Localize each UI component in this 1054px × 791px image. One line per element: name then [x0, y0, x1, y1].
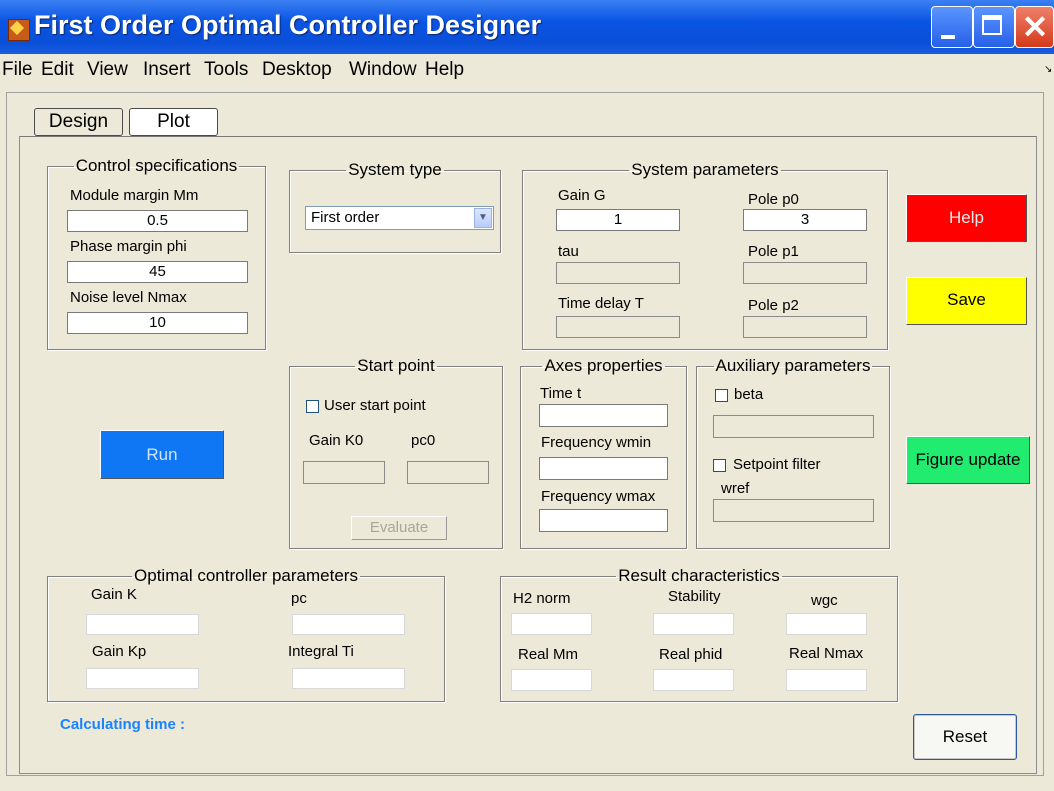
result-characteristics-title: Result characteristics [618, 566, 780, 585]
menu-window[interactable]: Window [349, 59, 417, 81]
gain-kp-output [86, 668, 199, 689]
run-button[interactable]: Run [100, 430, 224, 479]
wref-label: wref [721, 480, 750, 497]
beta-checkbox[interactable] [715, 389, 728, 402]
system-parameters-title: System parameters [631, 160, 779, 179]
tab-design[interactable]: Design [34, 108, 123, 136]
noise-level-field[interactable]: 10 [67, 312, 248, 334]
user-start-point-checkbox[interactable] [306, 400, 319, 413]
pc0-field[interactable] [407, 461, 489, 484]
real-nmax-label: Real Nmax [789, 645, 864, 662]
reset-button[interactable]: Reset [913, 714, 1017, 760]
real-phid-label: Real phid [659, 646, 723, 663]
pole-p0-label: Pole p0 [748, 191, 799, 208]
stability-label: Stability [668, 588, 721, 605]
calculating-time-label: Calculating time : [60, 716, 186, 733]
phase-margin-field[interactable]: 45 [67, 261, 248, 283]
maximize-button[interactable] [973, 6, 1015, 48]
system-type-title: System type [348, 160, 442, 179]
start-point-title: Start point [357, 356, 435, 375]
minimize-button[interactable] [931, 6, 973, 48]
matlab-icon [8, 19, 30, 41]
phase-margin-label: Phase margin phi [70, 238, 187, 255]
wgc-output [786, 613, 867, 635]
wgc-label: wgc [811, 592, 838, 609]
axes-properties-title: Axes properties [544, 356, 663, 375]
menu-help[interactable]: Help [425, 59, 464, 81]
frequency-wmax-field[interactable] [539, 509, 668, 532]
module-margin-field[interactable]: 0.5 [67, 210, 248, 232]
control-specifications-title: Control specifications [75, 156, 238, 175]
integral-ti-label: Integral Ti [288, 643, 354, 660]
menu-edit[interactable]: Edit [41, 59, 74, 81]
real-phid-output [653, 669, 734, 691]
pc-label: pc [291, 590, 307, 607]
time-t-label: Time t [540, 385, 582, 402]
menu-desktop[interactable]: Desktop [262, 59, 332, 81]
pole-p1-field[interactable] [743, 262, 867, 284]
help-button[interactable]: Help [906, 194, 1027, 242]
pole-p2-label: Pole p2 [748, 297, 799, 314]
time-delay-label: Time delay T [558, 295, 644, 312]
save-button[interactable]: Save [906, 277, 1027, 325]
user-start-point-label: User start point [324, 397, 426, 414]
time-t-field[interactable] [539, 404, 668, 427]
auxiliary-parameters-title: Auxiliary parameters [715, 356, 871, 375]
module-margin-label: Module margin Mm [70, 187, 199, 204]
pole-p2-field[interactable] [743, 316, 867, 338]
evaluate-button[interactable]: Evaluate [351, 516, 447, 540]
menu-insert[interactable]: Insert [143, 59, 191, 81]
window-title: First Order Optimal Controller Designer [34, 10, 542, 40]
gain-g-label: Gain G [558, 187, 606, 204]
tau-field[interactable] [556, 262, 680, 284]
gain-kp-label: Gain Kp [92, 643, 147, 660]
close-button[interactable]: ✕ [1015, 6, 1054, 48]
wref-field[interactable] [713, 499, 874, 522]
menu-file[interactable]: File [2, 59, 33, 81]
system-type-dropdown[interactable]: First order ▼ [305, 206, 494, 230]
integral-ti-output [292, 668, 405, 689]
gain-k-output [86, 614, 199, 635]
gain-k0-field[interactable] [303, 461, 385, 484]
time-delay-field[interactable] [556, 316, 680, 338]
optimal-controller-title: Optimal controller parameters [134, 566, 358, 585]
setpoint-filter-label: Setpoint filter [733, 456, 821, 473]
real-mm-label: Real Mm [518, 646, 579, 663]
pc-output [292, 614, 405, 635]
frequency-wmin-field[interactable] [539, 457, 668, 480]
gain-k-label: Gain K [91, 586, 137, 603]
pole-p1-label: Pole p1 [748, 243, 799, 260]
h2-norm-label: H2 norm [513, 590, 571, 607]
noise-level-label: Noise level Nmax [70, 289, 187, 306]
setpoint-filter-checkbox[interactable] [713, 459, 726, 472]
pole-p0-field[interactable]: 3 [743, 209, 867, 231]
tab-plot[interactable]: Plot [129, 108, 218, 136]
title-bar: First Order Optimal Controller Designer … [0, 0, 1054, 54]
beta-label: beta [734, 386, 764, 403]
real-mm-output [511, 669, 592, 691]
gain-g-field[interactable]: 1 [556, 209, 680, 231]
toolbar-arrow-icon[interactable]: ↘ [1044, 64, 1052, 75]
beta-field[interactable] [713, 415, 874, 438]
real-nmax-output [786, 669, 867, 691]
frequency-wmax-label: Frequency wmax [541, 488, 656, 505]
chevron-down-icon[interactable]: ▼ [474, 208, 492, 228]
menu-tools[interactable]: Tools [204, 59, 248, 81]
gain-k0-label: Gain K0 [309, 432, 364, 449]
pc0-label: pc0 [411, 432, 436, 449]
menu-view[interactable]: View [87, 59, 128, 81]
figure-update-button[interactable]: Figure update [906, 436, 1030, 484]
h2-norm-output [511, 613, 592, 635]
stability-output [653, 613, 734, 635]
tau-label: tau [558, 243, 579, 260]
system-type-selected: First order [311, 209, 380, 226]
menu-bar: File Edit View Insert Tools Desktop Wind… [0, 56, 1054, 86]
frequency-wmin-label: Frequency wmin [541, 434, 652, 451]
close-icon: ✕ [1021, 9, 1049, 45]
